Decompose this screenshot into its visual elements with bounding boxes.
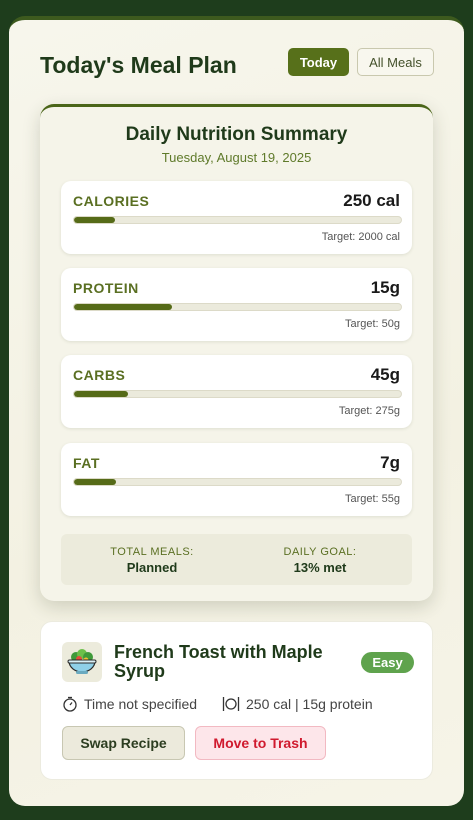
nutrient-value: 250 cal bbox=[343, 191, 400, 210]
summary-date: Tuesday, August 19, 2025 bbox=[161, 150, 312, 165]
nutrient-label: CARBS bbox=[73, 367, 126, 383]
daily-goal-label: DAILY GOAL: bbox=[283, 546, 357, 558]
nutrient-value: 15g bbox=[370, 278, 400, 297]
meal-plan-app: Today's Meal Plan Today All Meals Daily … bbox=[9, 16, 464, 806]
difficulty-badge: Easy bbox=[361, 652, 414, 673]
total-meals-value: Planned bbox=[126, 560, 178, 575]
salad-bowl-icon bbox=[62, 642, 102, 682]
nutrient-target: Target: 55g bbox=[344, 493, 400, 505]
nutrient-target: Target: 275g bbox=[338, 405, 400, 417]
progress-fill bbox=[74, 304, 173, 310]
nutrient-calories: CALORIES 250 cal Target: 2000 cal bbox=[61, 181, 412, 254]
nutrition-meta: 250 cal | 15g protein bbox=[222, 696, 373, 712]
plate-cutlery-icon bbox=[222, 697, 240, 711]
header: Today's Meal Plan Today All Meals bbox=[40, 48, 435, 82]
totals-panel: TOTAL MEALS: Planned DAILY GOAL: 13% met bbox=[61, 534, 412, 585]
meal-card: French Toast with Maple Syrup Easy Time … bbox=[40, 621, 433, 780]
nutrient-carbs: CARBS 45g Target: 275g bbox=[61, 355, 412, 428]
nutrition-text: 250 cal | 15g protein bbox=[246, 696, 373, 712]
progress-bar bbox=[73, 390, 402, 398]
timer-icon bbox=[63, 696, 77, 712]
progress-fill bbox=[74, 217, 115, 223]
move-to-trash-button[interactable]: Move to Trash bbox=[195, 726, 326, 760]
progress-fill bbox=[74, 479, 116, 485]
daily-goal: DAILY GOAL: 13% met bbox=[250, 546, 390, 575]
nutrient-target: Target: 50g bbox=[344, 318, 400, 330]
total-meals: TOTAL MEALS: Planned bbox=[82, 546, 222, 575]
daily-goal-value: 13% met bbox=[293, 560, 347, 575]
nutrient-value: 45g bbox=[370, 365, 400, 384]
progress-bar bbox=[73, 303, 402, 311]
nutrition-summary-card: Daily Nutrition Summary Tuesday, August … bbox=[40, 104, 433, 601]
nutrient-target: Target: 2000 cal bbox=[321, 231, 400, 243]
meal-name[interactable]: French Toast with Maple Syrup bbox=[114, 643, 354, 681]
nutrient-protein: PROTEIN 15g Target: 50g bbox=[61, 268, 412, 341]
nutrient-value: 7g bbox=[380, 453, 400, 472]
total-meals-label: TOTAL MEALS: bbox=[110, 546, 194, 558]
progress-bar bbox=[73, 216, 402, 224]
nutrient-label: FAT bbox=[73, 455, 100, 471]
nutrient-label: PROTEIN bbox=[73, 280, 139, 296]
nutrient-fat: FAT 7g Target: 55g bbox=[61, 443, 412, 516]
progress-fill bbox=[74, 391, 128, 397]
time-text: Time not specified bbox=[84, 696, 198, 712]
nutrient-label: CALORIES bbox=[73, 193, 150, 209]
all-meals-button[interactable]: All Meals bbox=[357, 48, 434, 76]
page-title: Today's Meal Plan bbox=[40, 52, 237, 78]
today-button[interactable]: Today bbox=[288, 48, 349, 76]
time-meta: Time not specified bbox=[62, 696, 197, 712]
progress-bar bbox=[73, 478, 402, 486]
swap-recipe-button[interactable]: Swap Recipe bbox=[62, 726, 185, 760]
summary-title: Daily Nutrition Summary bbox=[125, 124, 348, 145]
